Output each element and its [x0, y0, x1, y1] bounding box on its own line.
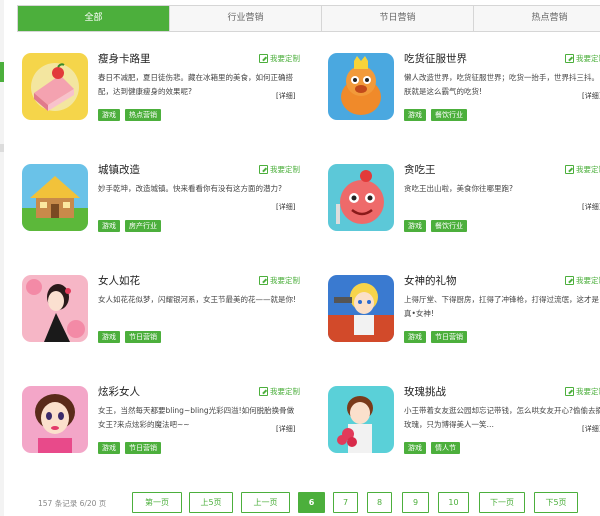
card-title[interactable]: 玫瑰挑战: [404, 384, 446, 399]
card-tags: 游戏 节日营销: [404, 331, 467, 343]
custom-button[interactable]: 我要定制: [565, 164, 600, 175]
next-page-button[interactable]: 下一页: [479, 492, 525, 513]
custom-button[interactable]: 我要定制: [565, 386, 600, 397]
tab-industry-marketing[interactable]: 行业营销: [170, 6, 322, 31]
prev-page-button[interactable]: 上一页: [241, 492, 290, 513]
game-thumbnail-cake[interactable]: [22, 53, 88, 120]
tag-game[interactable]: 游戏: [98, 109, 120, 121]
category-tabs: 全部 行业营销 节日营销 热点营销: [17, 5, 600, 32]
first-page-button[interactable]: 第一页: [132, 492, 182, 513]
card-description: 懒人改造世界，吃货征服世界；吃货一抬手，世界抖三抖。朕就是这么霸气的吃货!: [404, 73, 599, 96]
record-count: 157 条记录 6/20 页: [38, 499, 107, 508]
card-title[interactable]: 炫彩女人: [98, 384, 140, 399]
card-title[interactable]: 贪吃王: [404, 162, 436, 177]
tag-category[interactable]: 节日营销: [125, 331, 161, 343]
game-thumbnail-foodie[interactable]: [328, 53, 394, 120]
card-title[interactable]: 女神的礼物: [404, 273, 457, 288]
game-card: 玫瑰挑战 我要定制 小王带着女友逛公园却忘记带钱，怎么哄女友开心?偷偷去摘玫瑰，…: [328, 386, 600, 461]
edit-icon: [565, 165, 574, 174]
edit-icon: [259, 54, 268, 63]
card-tags: 游戏 情人节: [404, 442, 460, 454]
tab-holiday-marketing[interactable]: 节日营销: [322, 6, 474, 31]
card-tags: 游戏 热点营销: [98, 109, 161, 121]
next-5-pages-button[interactable]: 下5页: [534, 492, 578, 513]
edit-icon: [565, 276, 574, 285]
card-description: 贪吃王出山啦，美食你往哪里跑?: [404, 184, 513, 193]
tab-all[interactable]: 全部: [18, 6, 170, 31]
tag-game[interactable]: 游戏: [98, 220, 120, 232]
edit-icon: [259, 165, 268, 174]
card-title[interactable]: 城镇改造: [98, 162, 140, 177]
tag-category[interactable]: 房产行业: [125, 220, 161, 232]
tag-category[interactable]: 节日营销: [125, 442, 161, 454]
game-card: 女神的礼物 我要定制 上得厅堂、下得厨房，扛得了冲锋枪，打得过流氓，这才是真•女…: [328, 275, 600, 350]
edit-icon: [259, 387, 268, 396]
left-scroll-strip: [0, 0, 4, 516]
tag-game[interactable]: 游戏: [98, 442, 120, 454]
card-title[interactable]: 吃货征服世界: [404, 51, 467, 66]
card-tags: 游戏 节日营销: [98, 442, 161, 454]
custom-button[interactable]: 我要定制: [259, 386, 300, 397]
custom-button[interactable]: 我要定制: [565, 275, 600, 286]
page-9-button[interactable]: 9: [402, 492, 429, 513]
tag-game[interactable]: 游戏: [404, 220, 426, 232]
tag-category[interactable]: 热点营销: [125, 109, 161, 121]
game-card: 吃货征服世界 我要定制 懒人改造世界，吃货征服世界；吃货一抬手，世界抖三抖。朕就…: [328, 53, 600, 128]
page-7-button[interactable]: 7: [333, 492, 358, 513]
game-thumbnail-dazzling-woman[interactable]: [22, 386, 88, 453]
detail-link[interactable]: [详细]: [276, 424, 295, 434]
custom-button[interactable]: 我要定制: [565, 53, 600, 64]
game-thumbnail-rose-challenge[interactable]: [328, 386, 394, 453]
tag-game[interactable]: 游戏: [404, 442, 426, 454]
page-10-button[interactable]: 10: [438, 492, 469, 513]
game-card: 女人如花 我要定制 女人如花花似梦，闪耀银河系，女王节最美的花——就是你! 游戏…: [22, 275, 322, 350]
page-6-button[interactable]: 6: [298, 492, 325, 513]
tag-game[interactable]: 游戏: [404, 331, 426, 343]
edit-icon: [565, 54, 574, 63]
game-thumbnail-goddess[interactable]: [328, 275, 394, 342]
detail-link[interactable]: [详细]: [276, 202, 295, 212]
game-thumbnail-flower-woman[interactable]: [22, 275, 88, 342]
card-description: 妙手乾坤，改造城镇。快来看看你有没有这方面的潜力?: [98, 184, 282, 193]
tag-category[interactable]: 餐饮行业: [431, 220, 467, 232]
game-thumbnail-town[interactable]: [22, 164, 88, 231]
custom-button[interactable]: 我要定制: [259, 275, 300, 286]
detail-link[interactable]: [详细]: [582, 91, 600, 101]
card-description: 春日不减肥，夏日徒伤悲。藏在冰箱里的美食，如何正确搭配，达到健康瘦身的效果呢?: [98, 73, 293, 96]
prev-5-pages-button[interactable]: 上5页: [189, 492, 233, 513]
pagination: 157 条记录 6/20 页 第一页 上5页 上一页 6 7 8 9 10 下一…: [0, 492, 600, 516]
left-accent-marker: [0, 62, 4, 82]
tab-hot-marketing[interactable]: 热点营销: [474, 6, 600, 31]
custom-button[interactable]: 我要定制: [259, 164, 300, 175]
tag-game[interactable]: 游戏: [404, 109, 426, 121]
card-description: 小王带着女友逛公园却忘记带钱，怎么哄女友开心?偷偷去摘玫瑰，只为博得美人一笑…: [404, 406, 600, 429]
game-card: 炫彩女人 我要定制 女王，当然每天都要bling~bling光彩四溢!如何脱胎换…: [22, 386, 322, 461]
tag-game[interactable]: 游戏: [98, 331, 120, 343]
card-description: 女王，当然每天都要bling~bling光彩四溢!如何脱胎换骨做女王?来点炫彩的…: [98, 406, 295, 429]
card-tags: 游戏 餐饮行业: [404, 109, 467, 121]
edit-icon: [259, 276, 268, 285]
custom-button[interactable]: 我要定制: [259, 53, 300, 64]
game-card: 瘦身卡路里 我要定制 春日不减肥，夏日徒伤悲。藏在冰箱里的美食，如何正确搭配，达…: [22, 53, 322, 128]
tag-category[interactable]: 餐饮行业: [431, 109, 467, 121]
tag-category[interactable]: 节日营销: [431, 331, 467, 343]
tag-category[interactable]: 情人节: [431, 442, 460, 454]
card-tags: 游戏 房产行业: [98, 220, 161, 232]
edit-icon: [565, 387, 574, 396]
left-gray-marker: [0, 144, 4, 152]
card-description: 女人如花花似梦，闪耀银河系，女王节最美的花——就是你!: [98, 295, 297, 304]
game-card: 贪吃王 我要定制 贪吃王出山啦，美食你往哪里跑? [详细] 游戏 餐饮行业: [328, 164, 600, 239]
card-description: 上得厅堂、下得厨房，扛得了冲锋枪，打得过流氓，这才是真•女神!: [404, 295, 599, 318]
detail-link[interactable]: [详细]: [276, 91, 295, 101]
page-8-button[interactable]: 8: [367, 492, 392, 513]
detail-link[interactable]: [详细]: [582, 202, 600, 212]
card-title[interactable]: 瘦身卡路里: [98, 51, 151, 66]
card-tags: 游戏 餐饮行业: [404, 220, 467, 232]
card-tags: 游戏 节日营销: [98, 331, 161, 343]
detail-link[interactable]: [详细]: [582, 424, 600, 434]
card-title[interactable]: 女人如花: [98, 273, 140, 288]
game-thumbnail-glutton[interactable]: [328, 164, 394, 231]
game-card: 城镇改造 我要定制 妙手乾坤，改造城镇。快来看看你有没有这方面的潜力? [详细]…: [22, 164, 322, 239]
